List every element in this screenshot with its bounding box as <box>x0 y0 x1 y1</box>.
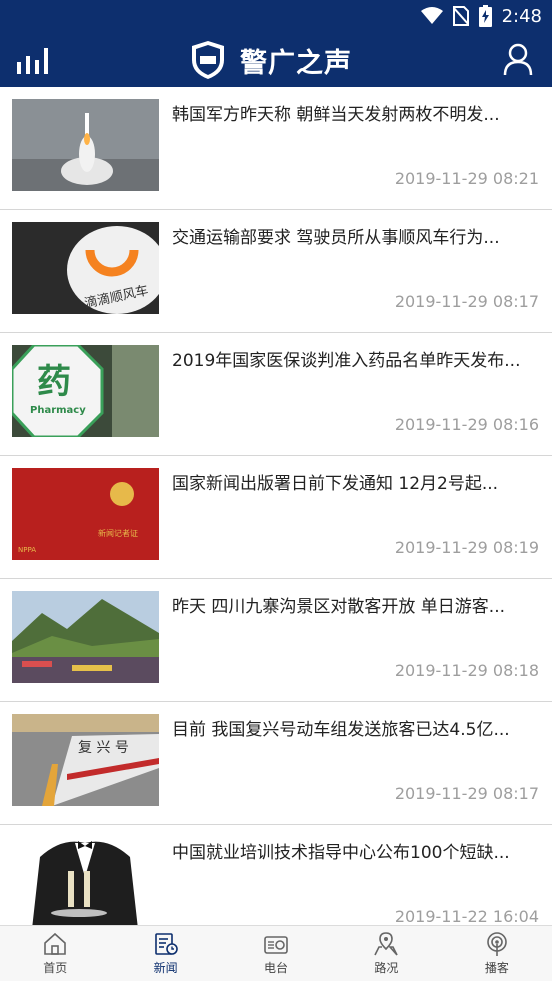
stats-icon[interactable] <box>15 42 51 76</box>
press-card-image: 新闻记者证 NPPA <box>12 468 159 560</box>
news-time: 2019-11-22 16:04 <box>394 907 539 925</box>
news-title: 目前 我国复兴号动车组发送旅客已达4.5亿... <box>172 720 510 740</box>
police-shield-logo <box>192 41 224 79</box>
news-time: 2019-11-29 08:19 <box>394 538 539 557</box>
thumb-text: 药 <box>37 362 71 402</box>
nav-label-traffic: 路况 <box>374 961 399 975</box>
news-title: 交通运输部要求 驾驶员所从事顺风车行为... <box>172 228 500 248</box>
traffic-map-icon <box>374 932 399 956</box>
didi-hitch-image: 滴滴顺风车 <box>12 222 159 314</box>
news-item[interactable]: 滴滴顺风车 交通运输部要求 驾驶员所从事顺风车行为... 2019-11-29 … <box>0 210 552 333</box>
news-time: 2019-11-29 08:16 <box>394 415 539 434</box>
nav-traffic[interactable]: 路况 <box>331 926 441 981</box>
news-icon <box>154 933 178 955</box>
news-title: 中国就业培训技术指导中心公布100个短缺... <box>172 843 510 863</box>
news-time: 2019-11-29 08:18 <box>394 661 539 680</box>
thumb-text: 新闻记者证 <box>98 528 138 538</box>
nav-radio[interactable]: 电台 <box>221 926 331 981</box>
news-item[interactable]: 韩国军方昨天称 朝鲜当天发射两枚不明发... 2019-11-29 08:21 <box>0 87 552 210</box>
news-item[interactable]: 昨天 四川九寨沟景区对散客开放 单日游客... 2019-11-29 08:18 <box>0 579 552 702</box>
missile-launch-image <box>12 99 159 191</box>
thumb-text: 复 兴 号 <box>78 739 129 756</box>
thumb-subtext: NPPA <box>18 546 36 554</box>
news-item[interactable]: 复 兴 号 目前 我国复兴号动车组发送旅客已达4.5亿... 2019-11-2… <box>0 702 552 825</box>
home-icon <box>44 932 67 955</box>
nav-label-news: 新闻 <box>153 961 178 975</box>
status-icons: 2:48 <box>420 4 542 28</box>
news-title: 昨天 四川九寨沟景区对散客开放 单日游客... <box>172 597 506 617</box>
app-title: 警广之声 <box>240 47 352 79</box>
fuxing-train-image: 复 兴 号 <box>12 714 159 806</box>
nav-label-home: 首页 <box>43 961 68 975</box>
news-list: 韩国军方昨天称 朝鲜当天发射两枚不明发... 2019-11-29 08:21 … <box>0 87 552 925</box>
app-header: 警广之声 <box>0 32 552 87</box>
status-time: 2:48 <box>501 5 542 27</box>
nav-news[interactable]: 新闻 <box>110 926 220 981</box>
news-time: 2019-11-29 08:21 <box>394 169 539 188</box>
news-item[interactable]: 药 Pharmacy 2019年国家医保谈判准入药品名单昨天发布... 2019… <box>0 333 552 456</box>
battery-charging-icon <box>478 5 492 27</box>
podcast-icon <box>487 932 507 956</box>
jiuzhaigou-crowd-image <box>12 591 159 683</box>
waiter-image <box>12 837 159 925</box>
status-bar: 2:48 <box>0 0 552 32</box>
pharmacy-sign-image: 药 Pharmacy <box>12 345 159 437</box>
wifi-icon <box>420 7 443 24</box>
news-time: 2019-11-29 08:17 <box>394 292 539 311</box>
nav-label-podcast: 播客 <box>484 961 509 975</box>
user-icon[interactable] <box>502 42 534 76</box>
news-title: 2019年国家医保谈判准入药品名单昨天发布... <box>172 351 521 371</box>
bottom-nav: 首页 新闻 电台 路况 播客 <box>0 925 552 981</box>
thumb-subtext: Pharmacy <box>30 405 86 416</box>
news-item[interactable]: 新闻记者证 NPPA 国家新闻出版署日前下发通知 12月2号起... 2019-… <box>0 456 552 579</box>
brand: 警广之声 <box>190 38 352 82</box>
nav-home[interactable]: 首页 <box>0 926 110 981</box>
radio-icon <box>264 936 288 954</box>
nav-label-radio: 电台 <box>264 961 289 975</box>
news-title: 国家新闻出版署日前下发通知 12月2号起... <box>172 474 499 494</box>
news-time: 2019-11-29 08:17 <box>394 784 539 803</box>
news-title: 韩国军方昨天称 朝鲜当天发射两枚不明发... <box>172 105 500 125</box>
nav-podcast[interactable]: 播客 <box>442 926 552 981</box>
news-item[interactable]: 中国就业培训技术指导中心公布100个短缺... 2019-11-22 16:04 <box>0 825 552 925</box>
no-sim-icon <box>452 6 469 26</box>
